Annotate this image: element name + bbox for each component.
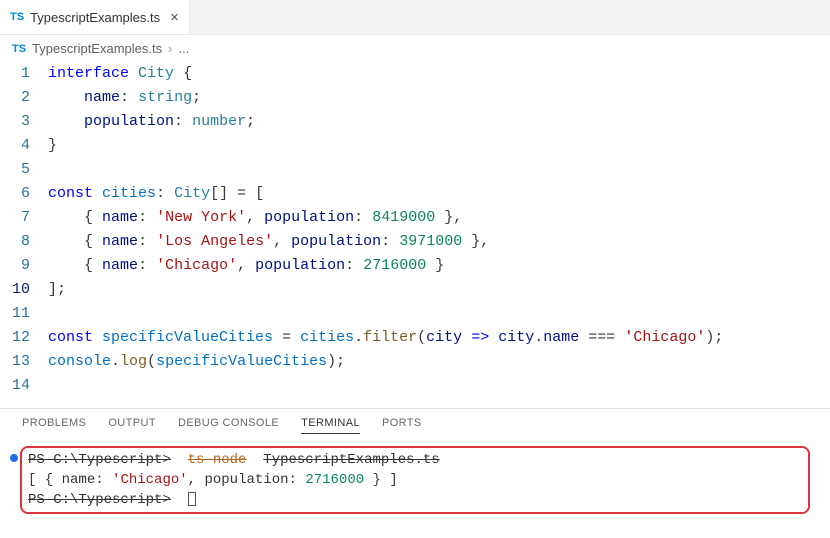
terminal-output-line: [ { name: 'Chicago', population: 2716000… bbox=[28, 470, 802, 490]
code-line[interactable]: ]; bbox=[48, 278, 830, 302]
code-line[interactable] bbox=[48, 302, 830, 326]
code-line[interactable]: name: string; bbox=[48, 86, 830, 110]
panel-tab-output[interactable]: OUTPUT bbox=[108, 417, 156, 434]
breadcrumb-file: TypescriptExamples.ts bbox=[32, 41, 162, 56]
line-number: 13 bbox=[0, 350, 30, 374]
terminal-panel[interactable]: PS C:\Typescript> ts-node TypescriptExam… bbox=[0, 440, 830, 524]
typescript-icon: TS bbox=[10, 11, 24, 23]
chevron-right-icon: › bbox=[168, 41, 172, 56]
code-line[interactable]: } bbox=[48, 134, 830, 158]
line-number: 10 bbox=[0, 278, 30, 302]
panel-tab-bar: PROBLEMS OUTPUT DEBUG CONSOLE TERMINAL PORTS bbox=[0, 408, 830, 440]
line-number: 7 bbox=[0, 206, 30, 230]
editor-tab-bar: TS TypescriptExamples.ts × bbox=[0, 0, 830, 35]
breadcrumb[interactable]: TS TypescriptExamples.ts › ... bbox=[0, 35, 830, 62]
close-icon[interactable]: × bbox=[166, 9, 179, 26]
terminal-prompt: PS C:\Typescript> bbox=[28, 452, 171, 468]
code-line[interactable]: { name: 'Chicago', population: 2716000 } bbox=[48, 254, 830, 278]
terminal-cursor bbox=[188, 492, 196, 506]
line-number: 2 bbox=[0, 86, 30, 110]
code-line[interactable]: { name: 'New York', population: 8419000 … bbox=[48, 206, 830, 230]
terminal-prompt: PS C:\Typescript> bbox=[28, 492, 171, 508]
code-editor[interactable]: 1234567891011121314 interface City { nam… bbox=[0, 62, 830, 408]
terminal-arg: TypescriptExamples.ts bbox=[263, 452, 439, 468]
terminal-command: ts-node bbox=[188, 452, 247, 468]
panel-tab-ports[interactable]: PORTS bbox=[382, 417, 422, 434]
code-line[interactable]: console.log(specificValueCities); bbox=[48, 350, 830, 374]
code-line[interactable]: population: number; bbox=[48, 110, 830, 134]
line-number: 1 bbox=[0, 62, 30, 86]
line-number: 12 bbox=[0, 326, 30, 350]
terminal-line: PS C:\Typescript> ts-node TypescriptExam… bbox=[28, 450, 802, 470]
breadcrumb-more: ... bbox=[178, 41, 189, 56]
status-dot-icon bbox=[10, 454, 18, 462]
line-number: 8 bbox=[0, 230, 30, 254]
line-number: 5 bbox=[0, 158, 30, 182]
typescript-icon: TS bbox=[12, 43, 26, 55]
tab-filename: TypescriptExamples.ts bbox=[30, 10, 160, 25]
line-number: 9 bbox=[0, 254, 30, 278]
line-number: 3 bbox=[0, 110, 30, 134]
code-line[interactable]: { name: 'Los Angeles', population: 39710… bbox=[48, 230, 830, 254]
terminal-output-highlight: PS C:\Typescript> ts-node TypescriptExam… bbox=[20, 446, 810, 514]
code-content[interactable]: interface City { name: string; populatio… bbox=[48, 62, 830, 398]
panel-tab-problems[interactable]: PROBLEMS bbox=[22, 417, 86, 434]
code-line[interactable]: const cities: City[] = [ bbox=[48, 182, 830, 206]
line-number: 4 bbox=[0, 134, 30, 158]
code-line[interactable] bbox=[48, 158, 830, 182]
panel-tab-terminal[interactable]: TERMINAL bbox=[301, 417, 360, 434]
terminal-line: PS C:\Typescript> bbox=[28, 490, 802, 510]
editor-tab[interactable]: TS TypescriptExamples.ts × bbox=[0, 0, 190, 34]
code-line[interactable]: interface City { bbox=[48, 62, 830, 86]
line-number: 6 bbox=[0, 182, 30, 206]
code-line[interactable]: const specificValueCities = cities.filte… bbox=[48, 326, 830, 350]
line-number-gutter: 1234567891011121314 bbox=[0, 62, 48, 398]
code-line[interactable] bbox=[48, 374, 830, 398]
line-number: 11 bbox=[0, 302, 30, 326]
line-number: 14 bbox=[0, 374, 30, 398]
panel-tab-debug-console[interactable]: DEBUG CONSOLE bbox=[178, 417, 279, 434]
